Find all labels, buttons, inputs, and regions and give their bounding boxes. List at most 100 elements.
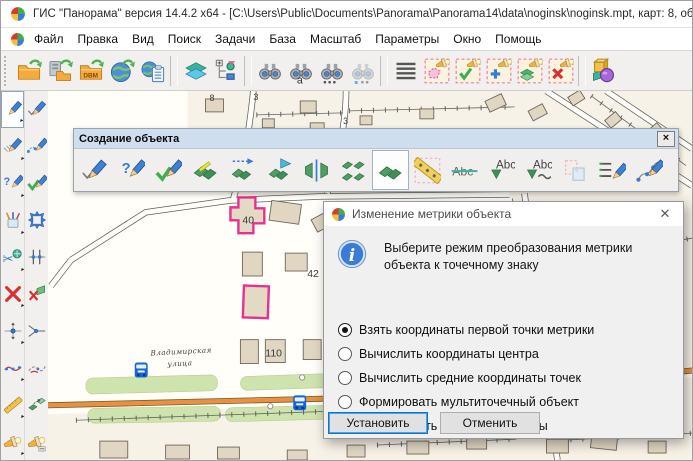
find-inactive-icon[interactable]	[347, 54, 378, 88]
menu-item[interactable]: Поиск	[161, 30, 208, 48]
close-icon[interactable]: ×	[657, 131, 675, 147]
dialog-titlebar[interactable]: Изменение метрики объекта ✕	[324, 202, 683, 226]
create-approve-pencil-icon[interactable]	[150, 150, 187, 190]
dropdown-arrow-icon: ▸	[21, 303, 24, 309]
main-toolbar: DBM a	[1, 51, 692, 91]
svg-text:a: a	[296, 74, 302, 84]
split-sign-icon[interactable]	[298, 150, 335, 190]
paint-tools-icon[interactable]: ▸	[1, 202, 24, 239]
ruler-icon[interactable]: ▸	[1, 386, 24, 423]
highlight-clear-icon[interactable]	[545, 54, 576, 88]
toolbar-grip[interactable]	[4, 56, 10, 86]
title-bar: ГИС "Панорама" версия 14.4.2 x64 - [C:\U…	[1, 1, 692, 28]
map-passport-icon[interactable]	[137, 54, 168, 88]
create-by-list-icon[interactable]	[594, 150, 631, 190]
open-internet-map-icon[interactable]	[106, 54, 137, 88]
find-by-name-icon[interactable]: a	[285, 54, 316, 88]
text-title-icon[interactable]: Abc	[483, 150, 520, 190]
dropdown-arrow-icon: ▸	[21, 230, 24, 236]
dialog-body: i Выберите режим преобразования метрики …	[324, 226, 683, 438]
delete-cross-icon[interactable]: ▸	[1, 276, 24, 313]
move-star-icon[interactable]	[25, 202, 48, 239]
find-next-icon[interactable]	[316, 54, 347, 88]
radio-icon[interactable]	[338, 347, 352, 361]
menu-item[interactable]: Файл	[27, 30, 71, 48]
create-line-pencil-icon[interactable]	[76, 150, 113, 190]
close-icon[interactable]: ✕	[647, 202, 683, 226]
delete-part-icon[interactable]	[25, 276, 48, 313]
dialog-message: Выберите режим преобразования метрики об…	[384, 239, 652, 275]
menu-item[interactable]: База	[262, 30, 303, 48]
open-database-icon[interactable]	[44, 54, 75, 88]
mode-radio-option[interactable]: Вычислить средние координаты точек	[338, 366, 594, 390]
copy-sign-icon[interactable]	[25, 386, 48, 423]
mode-radio-option[interactable]: Взять координаты первой точки метрики	[338, 318, 594, 342]
app-window: ГИС "Панорама" версия 14.4.2 x64 - [C:\U…	[0, 0, 693, 461]
smooth-curve-icon[interactable]	[25, 349, 48, 386]
edit-curve-icon[interactable]: ▸	[1, 349, 24, 386]
house-number: 110	[265, 349, 282, 360]
highlight-area-icon[interactable]	[421, 54, 452, 88]
open-dbm-icon[interactable]: DBM	[75, 54, 106, 88]
move-point-icon[interactable]: ▸	[1, 312, 24, 349]
map-contents-icon[interactable]	[211, 54, 242, 88]
menu-item[interactable]: Задачи	[208, 30, 262, 48]
objects-3d-icon[interactable]	[588, 54, 619, 88]
menu-item[interactable]: Правка	[71, 30, 126, 48]
mode-radio-option[interactable]: Формировать мультиточечный объект	[338, 390, 594, 414]
radio-icon[interactable]	[338, 323, 352, 337]
menu-item[interactable]: Вид	[125, 30, 161, 48]
svg-text:?: ?	[122, 160, 131, 176]
layers-icon[interactable]	[180, 54, 211, 88]
dropdown-arrow-icon: ▸	[21, 193, 24, 199]
create-sign-dots-icon[interactable]	[224, 150, 261, 190]
highlight-layers-icon[interactable]	[514, 54, 545, 88]
hatch-pencil-icon[interactable]: ▸	[1, 128, 24, 165]
junction-icon[interactable]	[25, 312, 48, 349]
text-wave-icon[interactable]: Abc	[520, 150, 557, 190]
highlight-add-icon[interactable]	[483, 54, 514, 88]
approve-pencil-icon[interactable]	[25, 165, 48, 202]
create-spline-icon[interactable]	[631, 150, 668, 190]
house-number: 42	[307, 269, 319, 280]
multi-sign-icon[interactable]	[335, 150, 372, 190]
highlight-accept-icon[interactable]	[452, 54, 483, 88]
dialog-button[interactable]: Установить	[328, 412, 428, 434]
topology-icon[interactable]	[25, 239, 48, 276]
open-map-folder-icon[interactable]	[13, 54, 44, 88]
metric-change-dialog: Изменение метрики объекта ✕ i Выберите р…	[323, 201, 684, 439]
menu-item[interactable]: Масштаб	[303, 30, 368, 48]
radio-icon[interactable]	[338, 371, 352, 385]
toolbar-separator	[380, 56, 388, 86]
select-by-list-icon[interactable]	[390, 54, 421, 88]
radio-icon[interactable]	[338, 395, 352, 409]
check-pencil-icon[interactable]	[25, 91, 48, 128]
edit-pencil-icon[interactable]: ▸	[1, 91, 24, 128]
toolbar-separator	[244, 56, 252, 86]
creation-toolbar-titlebar[interactable]: Создание объекта ×	[74, 129, 678, 149]
create-query-pencil-icon[interactable]: ?	[113, 150, 150, 190]
dropdown-arrow-icon: ▸	[21, 451, 24, 457]
menu-item[interactable]: Параметры	[368, 30, 446, 48]
svg-text:i: i	[349, 246, 355, 266]
flashlight-icon[interactable]: ▸	[1, 423, 24, 460]
menu-item[interactable]: Помощь	[488, 30, 548, 48]
pair-sign-icon[interactable]	[372, 150, 409, 190]
flashlight-select-icon[interactable]	[25, 423, 48, 460]
svg-text:✂: ✂	[3, 251, 14, 267]
dropdown-arrow-icon: ▸	[20, 118, 23, 124]
dialog-button[interactable]: Отменить	[440, 412, 540, 434]
slope-sign-icon[interactable]	[409, 150, 446, 190]
find-icon[interactable]	[254, 54, 285, 88]
scissors-icon[interactable]: ✂▸	[1, 239, 24, 276]
create-sign-line-icon[interactable]	[187, 150, 224, 190]
dropdown-arrow-icon: ▸	[21, 156, 24, 162]
mode-radio-option[interactable]: Вычислить координаты центра	[338, 342, 594, 366]
menu-item[interactable]: Окно	[446, 30, 488, 48]
paste-object-icon[interactable]	[557, 150, 594, 190]
toolbar-separator	[170, 56, 178, 86]
query-pencil-icon[interactable]: ?▸	[1, 165, 24, 202]
text-strike-icon[interactable]: Abc	[446, 150, 483, 190]
create-sign-flag-icon[interactable]	[261, 150, 298, 190]
spline-pencil-icon[interactable]	[25, 128, 48, 165]
